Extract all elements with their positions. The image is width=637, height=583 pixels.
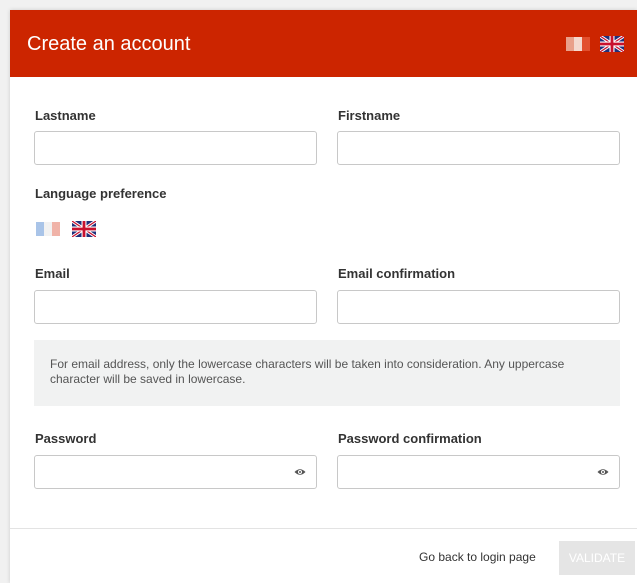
validate-button[interactable]: VALIDATE	[559, 541, 635, 575]
email-label: Email	[35, 266, 70, 281]
lastname-label: Lastname	[35, 108, 96, 123]
email-notice-text: For email address, only the lowercase ch…	[50, 357, 565, 386]
password-confirmation-input[interactable]	[337, 455, 620, 489]
language-uk-flag-icon[interactable]	[72, 221, 96, 237]
email-input[interactable]	[34, 290, 317, 324]
password-confirmation-label: Password confirmation	[338, 431, 482, 446]
back-to-login-link[interactable]: Go back to login page	[419, 550, 536, 564]
language-preference-label: Language preference	[35, 186, 167, 201]
footer-divider	[10, 528, 637, 529]
lastname-input[interactable]	[34, 131, 317, 165]
firstname-input[interactable]	[337, 131, 620, 165]
eye-icon[interactable]	[294, 466, 306, 478]
eye-icon[interactable]	[597, 466, 609, 478]
password-label: Password	[35, 431, 97, 446]
registration-card: Create an account Lastname Firstname Lan…	[10, 10, 637, 583]
email-confirmation-label: Email confirmation	[338, 266, 456, 281]
header-bar: Create an account	[10, 10, 637, 77]
password-input[interactable]	[34, 455, 317, 489]
email-confirmation-input[interactable]	[337, 290, 620, 324]
french-flag-icon[interactable]	[566, 37, 590, 51]
email-notice: For email address, only the lowercase ch…	[34, 340, 620, 406]
page-title: Create an account	[27, 33, 191, 55]
uk-flag-icon[interactable]	[600, 36, 624, 52]
firstname-label: Firstname	[338, 108, 401, 123]
language-french-flag-icon[interactable]	[36, 222, 60, 236]
